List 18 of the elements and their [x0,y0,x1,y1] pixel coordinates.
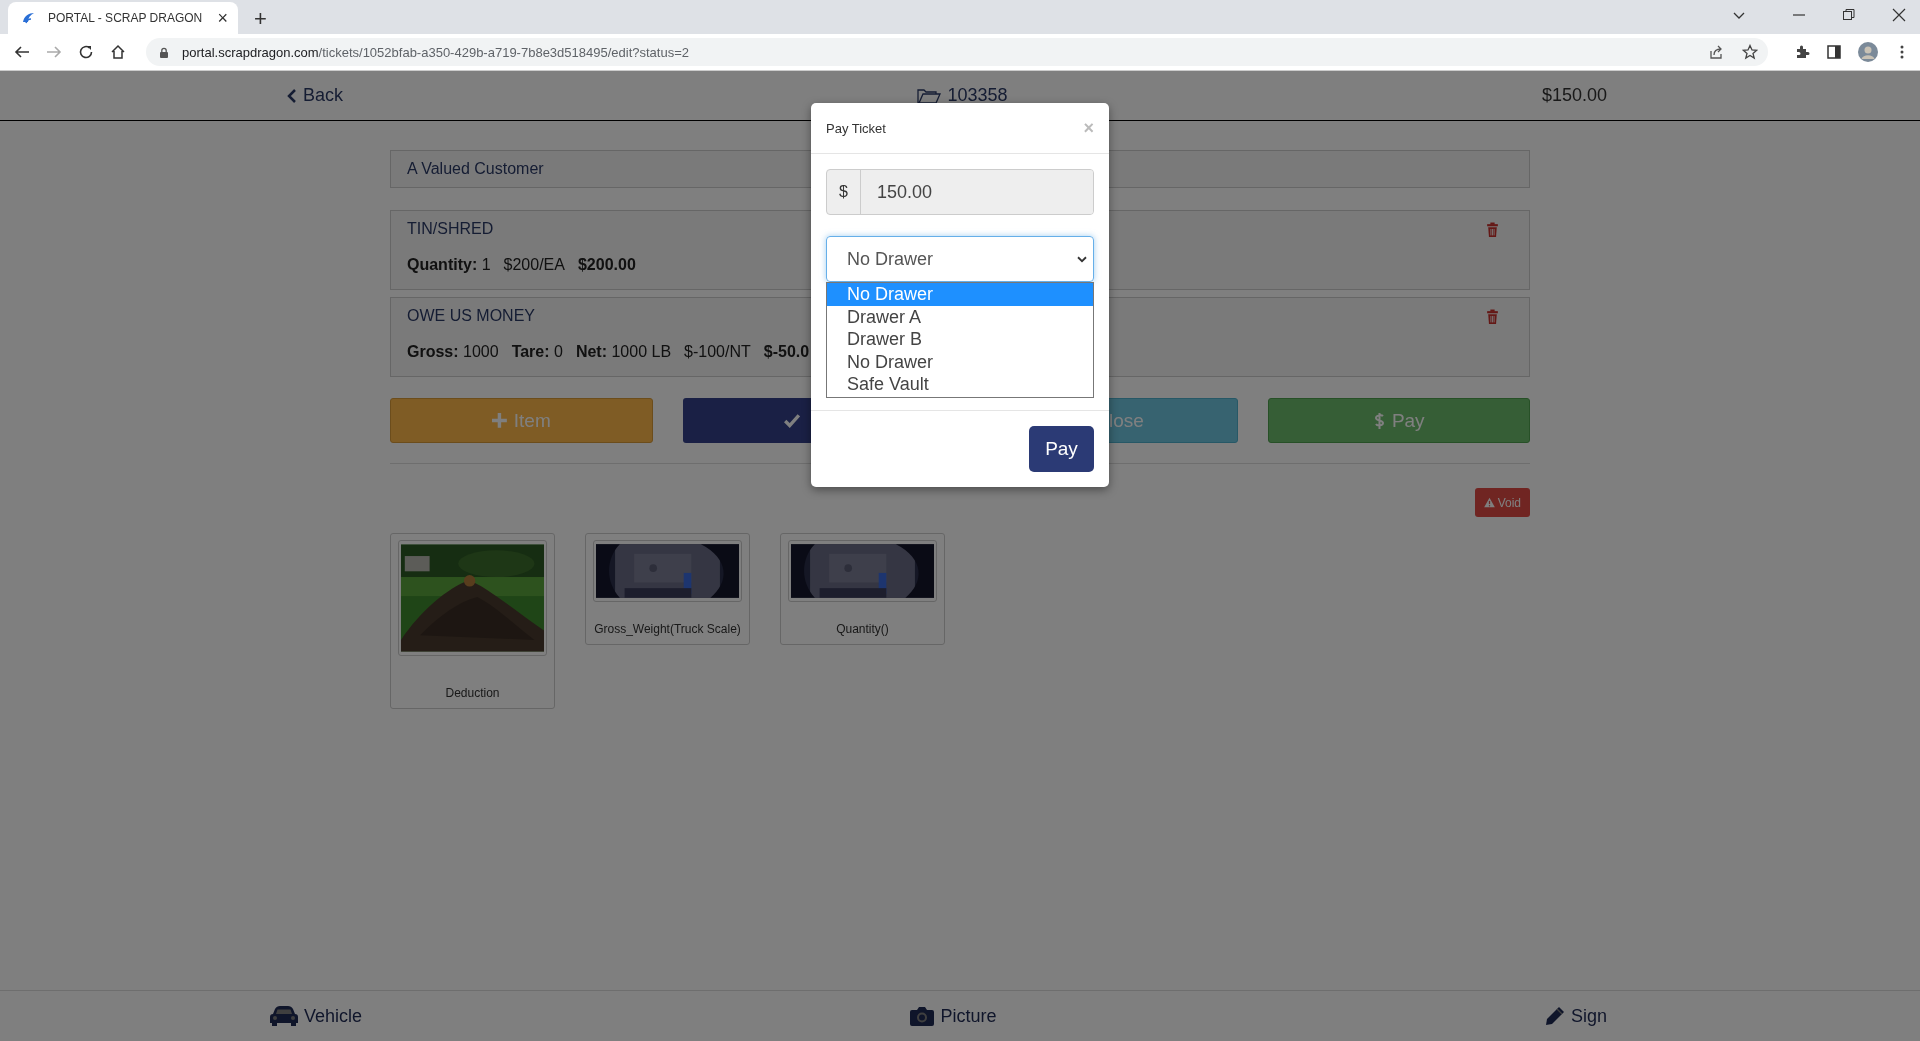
item-detail: $200.00 [577,256,636,274]
photo-caption: Gross_Weight(Truck Scale) [593,622,742,636]
item-detail: $-50.0 [763,343,810,361]
item-detail: Tare: 0 [511,343,563,361]
modal-title: Pay Ticket [826,120,886,136]
item-detail: Net: 1000 LB [575,343,672,361]
item-detail: Gross: 1000 [407,343,499,361]
item-detail: $200/EA [503,256,565,274]
ticket-number: 103358 [947,85,1008,106]
tab-title: PORTAL - SCRAP DRAGON [48,11,204,25]
photo-caption: Deduction [444,686,501,700]
item-name: OWE US MONEY [407,307,535,325]
item-name: TIN/SHRED [407,220,494,238]
url-text: portal.scrapdragon.com/tickets/1052bfab-a350-429b-a719-7b8e3d518495/edit?status=2 [182,44,689,60]
ticket-total: $150.00 [1541,85,1607,106]
photo-caption: Quantity() [835,622,890,636]
item-detail: $-100/NT [684,343,751,361]
item-detail: Quantity: 1 [407,256,491,274]
